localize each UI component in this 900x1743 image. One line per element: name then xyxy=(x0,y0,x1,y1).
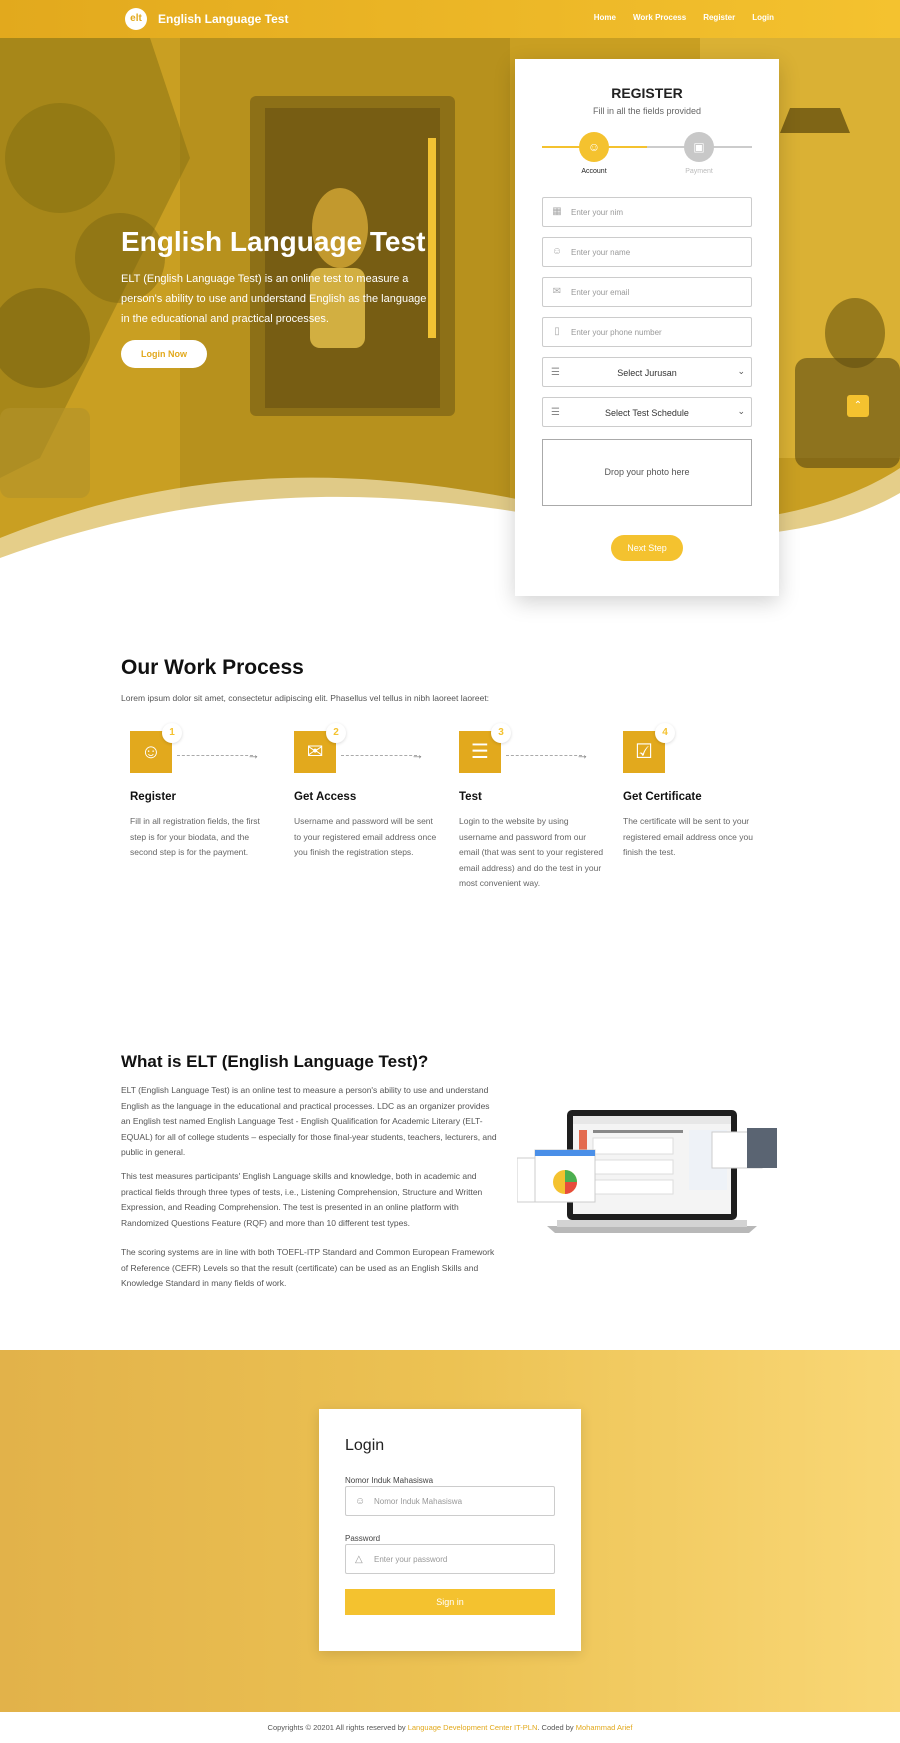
arrow-right-icon: → xyxy=(411,747,424,762)
hero-description: ELT (English Language Test) is an online… xyxy=(121,273,427,325)
lock-icon: △ xyxy=(355,1554,363,1565)
login-nim-placeholder: Nomor Induk Mahasiswa xyxy=(374,1497,463,1506)
register-title: REGISTER xyxy=(611,85,683,101)
chevron-down-icon: ⌄ xyxy=(737,366,745,376)
step-description: The certificate will be sent to your reg… xyxy=(623,816,753,857)
elt-title: What is ELT (English Language Test)? xyxy=(121,1052,429,1071)
name-input[interactable]: ☺ Enter your name xyxy=(542,237,752,267)
top-navbar: elt English Language Test Home Work Proc… xyxy=(0,0,900,38)
nim-placeholder: Enter your nim xyxy=(571,208,624,217)
step-number: 2 xyxy=(326,723,346,743)
user-icon: ☺ xyxy=(587,140,601,154)
footer-org-link[interactable]: Language Development Center IT-PLN xyxy=(408,1723,538,1732)
phone-placeholder: Enter your phone number xyxy=(571,328,662,337)
brand-name[interactable]: English Language Test xyxy=(158,12,288,26)
connector-line xyxy=(341,755,417,756)
schedule-select[interactable]: ☰ Select Test Schedule ⌄ xyxy=(542,397,752,427)
step-payment-label: Payment xyxy=(685,168,713,175)
step-number: 4 xyxy=(655,723,675,743)
phone-icon: ▯ xyxy=(554,326,560,337)
step-description: Fill in all registration fields, the fir… xyxy=(130,816,260,857)
password-label: Password xyxy=(345,1534,381,1543)
jurusan-value: Select Jurusan xyxy=(617,368,677,378)
step-payment[interactable]: ▣ xyxy=(684,132,714,162)
user-icon: ☺ xyxy=(355,1496,366,1507)
login-password-input[interactable]: △ Enter your password xyxy=(345,1544,555,1574)
nav-home[interactable]: Home xyxy=(594,13,616,22)
email-placeholder: Enter your email xyxy=(571,288,630,297)
arrow-right-icon: → xyxy=(247,747,260,762)
login-password-placeholder: Enter your password xyxy=(374,1555,448,1564)
id-card-icon: ▦ xyxy=(552,206,562,217)
footer-coded-by: . Coded by xyxy=(537,1723,576,1732)
phone-input[interactable]: ▯ Enter your phone number xyxy=(542,317,752,347)
register-card: REGISTER Fill in all the fields provided… xyxy=(515,59,779,596)
step-description: Username and password will be sent to yo… xyxy=(294,816,437,857)
next-step-button[interactable]: Next Step xyxy=(611,535,683,561)
register-subtitle: Fill in all the fields provided xyxy=(592,106,702,116)
step-description: Login to the website by using username a… xyxy=(459,816,604,888)
login-now-button[interactable]: Login Now xyxy=(121,340,207,368)
nav-links: Home Work Process Register Login xyxy=(594,13,774,22)
step-title: Get Certificate xyxy=(623,791,702,803)
login-title: Login xyxy=(345,1437,385,1454)
photo-dropzone[interactable]: Drop your photo here xyxy=(542,439,752,506)
login-nim-input[interactable]: ☺ Nomor Induk Mahasiswa xyxy=(345,1486,555,1516)
card-icon: ▣ xyxy=(693,140,705,154)
envelope-icon: ✉ xyxy=(552,286,562,297)
nim-label: Nomor Induk Mahasiswa xyxy=(345,1476,434,1485)
work-process-title: Our Work Process xyxy=(121,656,304,679)
login-card: Login Nomor Induk Mahasiswa ☺ Nomor Indu… xyxy=(319,1409,581,1651)
connector-line xyxy=(506,755,582,756)
footer: Copyrights © 20201 All rights reserved b… xyxy=(0,1712,900,1743)
step-number: 3 xyxy=(491,723,511,743)
email-input[interactable]: ✉ Enter your email xyxy=(542,277,752,307)
nav-work-process[interactable]: Work Process xyxy=(633,13,686,22)
elt-paragraph-1: ELT (English Language Test) is an online… xyxy=(121,1085,497,1157)
arrow-right-icon: → xyxy=(576,747,589,762)
laptop-illustration xyxy=(517,1110,777,1233)
schedule-value: Select Test Schedule xyxy=(605,408,689,418)
user-icon: ☺ xyxy=(551,246,563,257)
footer-author-link[interactable]: Mohammad Arief xyxy=(576,1723,633,1732)
jurusan-select[interactable]: ☰ Select Jurusan ⌄ xyxy=(542,357,752,387)
elt-paragraph-3: The scoring systems are in line with bot… xyxy=(121,1247,495,1288)
nim-input[interactable]: ▦ Enter your nim xyxy=(542,197,752,227)
hero-title: English Language Test xyxy=(121,226,426,257)
name-placeholder: Enter your name xyxy=(571,248,631,257)
step-number: 1 xyxy=(162,723,182,743)
footer-copyright: Copyrights © 20201 All rights reserved b… xyxy=(267,1723,408,1732)
chevron-down-icon: ⌄ xyxy=(737,406,745,416)
nav-register[interactable]: Register xyxy=(703,13,735,22)
connector-line xyxy=(177,755,253,756)
sign-in-button[interactable]: Sign in xyxy=(345,1589,555,1615)
step-title: Register xyxy=(130,791,177,803)
step-title: Test xyxy=(459,791,482,803)
work-process-subtitle: Lorem ipsum dolor sit amet, consectetur … xyxy=(121,693,490,703)
step-account[interactable]: ☺ xyxy=(579,132,609,162)
logo[interactable]: elt xyxy=(125,8,147,30)
nav-login[interactable]: Login xyxy=(752,13,774,22)
step-account-label: Account xyxy=(581,168,607,175)
elt-paragraph-2: This test measures participants' English… xyxy=(121,1171,483,1228)
chevron-up-icon[interactable]: ⌃ xyxy=(847,395,869,417)
step-title: Get Access xyxy=(294,791,357,803)
